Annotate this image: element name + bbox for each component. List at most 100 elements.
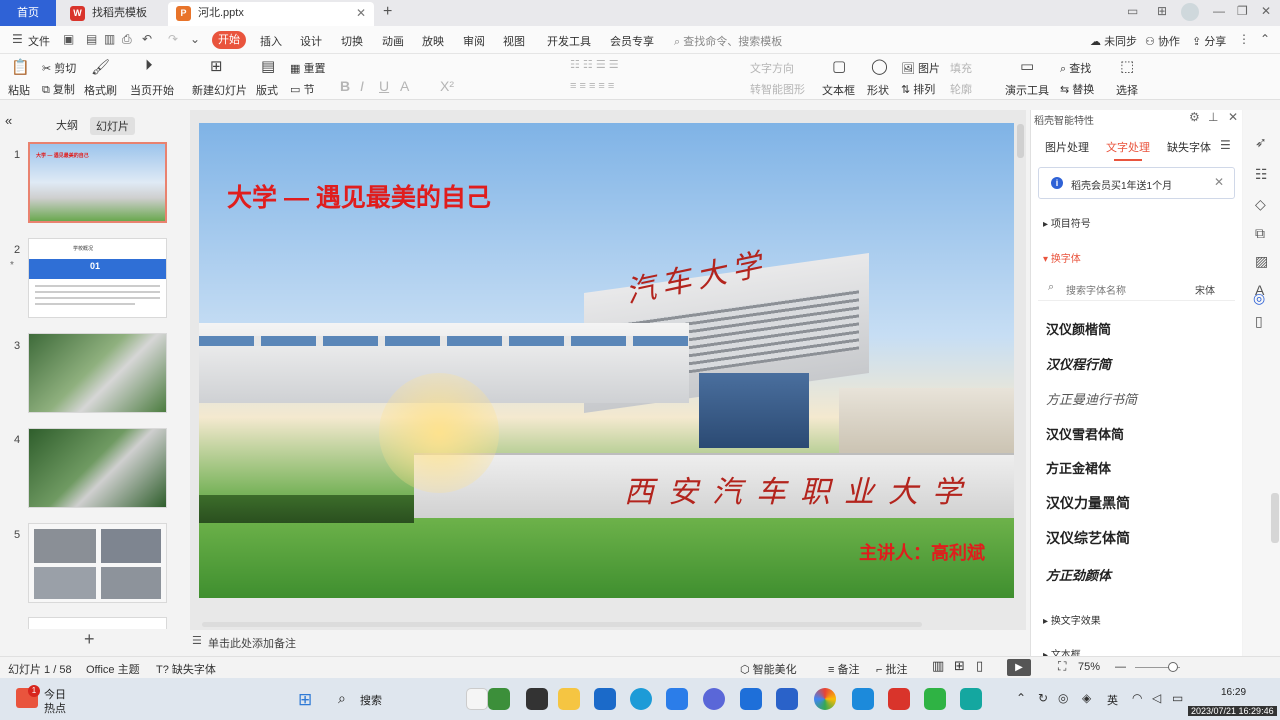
print-icon[interactable]: ⎙ <box>122 32 132 47</box>
minimize-icon[interactable]: — <box>1213 4 1225 18</box>
app-teal-icon[interactable] <box>960 688 982 710</box>
font-search[interactable]: ⌕ 搜索字体名称 宋体 <box>1038 277 1235 301</box>
notes-toggle[interactable]: ≡ 备注 <box>828 661 859 677</box>
notes-area[interactable]: ☰ 单击此处添加备注 <box>190 630 1026 654</box>
underline-icon[interactable]: U <box>379 78 389 94</box>
collab-button[interactable]: ⚇ 协作 <box>1145 33 1180 49</box>
missing-font-status[interactable]: T? 缺失字体 <box>156 661 216 677</box>
new-slide-icon[interactable]: ⊞ <box>210 57 223 75</box>
panel-title[interactable]: 稻壳智能特性 <box>1034 112 1094 127</box>
sync-tray-icon[interactable]: ↻ <box>1038 691 1048 705</box>
horizontal-scrollbar[interactable] <box>202 622 922 627</box>
shape-icon[interactable]: ◯ <box>871 57 888 75</box>
menu-home[interactable]: 开始 <box>212 31 246 49</box>
undo-icon[interactable]: ↶ <box>142 32 152 46</box>
collapse-pane-icon[interactable]: « <box>5 113 12 128</box>
slide-thumbnail-1[interactable]: 大学 — 遇见最美的自己 <box>28 142 167 223</box>
close-icon[interactable]: ✕ <box>1214 175 1224 189</box>
menu-design[interactable]: 设计 <box>300 33 322 49</box>
share-button[interactable]: ⇪ 分享 <box>1192 33 1226 49</box>
font-option[interactable]: 方正曼迪行书简 <box>1046 389 1137 408</box>
soccer-app-icon[interactable] <box>466 688 488 710</box>
ime-indicator[interactable]: 英 <box>1107 692 1118 708</box>
layout-button[interactable]: 版式 <box>256 82 278 98</box>
zoom-level[interactable]: 75% <box>1078 661 1100 673</box>
close-window-icon[interactable]: ✕ <box>1261 4 1271 18</box>
text-box-icon[interactable]: ▢ <box>832 57 846 75</box>
volume-icon[interactable]: ◁ <box>1152 691 1161 705</box>
wps-icon[interactable] <box>888 688 910 710</box>
restore-icon[interactable]: ❐ <box>1237 4 1248 18</box>
section-bullets[interactable]: ▸ 项目符号 <box>1043 215 1091 230</box>
reset-button[interactable]: ▦ 重置 <box>290 60 325 76</box>
fit-window-icon[interactable]: ⛶ <box>1058 659 1066 674</box>
slide-thumbnail-6[interactable] <box>28 617 167 629</box>
layout-icon[interactable]: ▭ <box>1127 4 1138 18</box>
save-icon[interactable]: ▣ <box>63 32 74 46</box>
copy-button[interactable]: ⧉ 复制 <box>42 81 75 97</box>
zoom-slider-handle[interactable] <box>1168 662 1178 672</box>
add-tab-icon[interactable]: + <box>383 3 392 21</box>
menu-slideshow[interactable]: 放映 <box>422 33 444 49</box>
menu-member[interactable]: 会员专享 <box>610 33 654 49</box>
collapse-ribbon-icon[interactable]: ⌃ <box>1260 32 1270 46</box>
smart-shape-button[interactable]: 转智能图形 <box>750 81 805 97</box>
app-shield-icon[interactable] <box>776 688 798 710</box>
slide-canvas[interactable]: 西安汽车职业大学 汽车大学 大学 — 遇见最美的自己 主讲人：高利斌 <box>199 123 1014 598</box>
slide-thumbnail-2[interactable]: 学校概况 01 <box>28 238 167 318</box>
menu-review[interactable]: 审阅 <box>463 33 485 49</box>
store-icon[interactable] <box>594 688 616 710</box>
text-box-button[interactable]: 文本框 <box>822 82 855 98</box>
align-icon[interactable]: ≡ ≡ ≡ ≡ ≡ <box>570 80 614 92</box>
clock-date[interactable]: 2023/07/21 16:29:46 <box>1188 706 1277 716</box>
image-icon[interactable]: ▨ <box>1255 253 1268 270</box>
grid-icon[interactable]: ⊞ <box>1157 4 1167 18</box>
menu-animation[interactable]: 动画 <box>382 33 404 49</box>
shapes-icon[interactable]: ◇ <box>1255 196 1266 213</box>
italic-icon[interactable]: I <box>360 78 364 94</box>
font-option[interactable]: 汉仪颜楷简 <box>1046 319 1111 338</box>
slide-title[interactable]: 大学 — 遇见最美的自己 <box>227 178 491 214</box>
paste-icon[interactable]: 📋 <box>11 58 30 76</box>
clock-time[interactable]: 16:29 <box>1221 687 1246 698</box>
tab-doc-pptx[interactable]: P 河北.pptx ✕ <box>168 2 374 26</box>
cut-button[interactable]: ✂ 剪切 <box>42 60 76 76</box>
copy-icon[interactable]: ⧉ <box>1255 225 1265 242</box>
slide-thumbnail-4[interactable] <box>28 428 167 508</box>
shield-tray-icon[interactable]: ◈ <box>1082 691 1091 705</box>
app-l-icon[interactable] <box>740 688 762 710</box>
presentation-tools-icon[interactable]: ▭ <box>1020 57 1034 75</box>
command-search[interactable]: ⌕ 查找命令、搜索模板 <box>674 33 782 49</box>
wechat-icon[interactable] <box>924 688 946 710</box>
format-painter-button[interactable]: 格式刷 <box>84 82 117 98</box>
play-current-button[interactable]: 当页开始 <box>130 82 174 98</box>
smart-icon[interactable]: ◎ <box>1253 290 1265 307</box>
slide-presenter[interactable]: 主讲人：高利斌 <box>859 539 985 565</box>
select-button[interactable]: 选择 <box>1116 82 1138 98</box>
section-text-effect[interactable]: ▸ 换文字效果 <box>1043 612 1101 627</box>
tab-image-processing[interactable]: 图片处理 <box>1045 139 1089 155</box>
photos-icon[interactable] <box>852 688 874 710</box>
task-view-icon[interactable] <box>526 688 548 710</box>
select-icon[interactable]: ⬚ <box>1120 57 1134 75</box>
play-icon[interactable]: ▶ <box>1007 659 1031 676</box>
arrange-button[interactable]: ⇅ 排列 <box>901 81 935 97</box>
reading-view-icon[interactable]: ▯ <box>976 658 983 674</box>
panel-scrollbar[interactable] <box>1271 493 1279 543</box>
new-slide-button[interactable]: 新建幻灯片 <box>192 82 247 98</box>
close-icon[interactable]: ✕ <box>356 2 366 24</box>
paste-button[interactable]: 粘贴 <box>8 82 30 98</box>
battery-icon[interactable]: ▭ <box>1172 691 1183 705</box>
section-change-font[interactable]: ▾ 换字体 <box>1043 250 1081 265</box>
tab-text-processing[interactable]: 文字处理 <box>1106 139 1150 161</box>
rocket-icon[interactable]: ➶ <box>1255 134 1267 151</box>
print-preview-icon[interactable]: ▥ <box>104 32 115 46</box>
menu-icon[interactable]: ☰ <box>1220 138 1231 152</box>
windows-start-icon[interactable]: ⊞ <box>298 690 312 710</box>
replace-button[interactable]: ⇆ 替换 <box>1060 81 1094 97</box>
tab-slides[interactable]: 幻灯片 <box>90 117 135 135</box>
menu-file[interactable]: 文件 <box>28 33 50 49</box>
app-vector-icon[interactable] <box>703 688 725 710</box>
chevron-down-icon[interactable]: ⌄ <box>190 32 200 46</box>
normal-view-icon[interactable]: ▥ <box>932 658 944 674</box>
